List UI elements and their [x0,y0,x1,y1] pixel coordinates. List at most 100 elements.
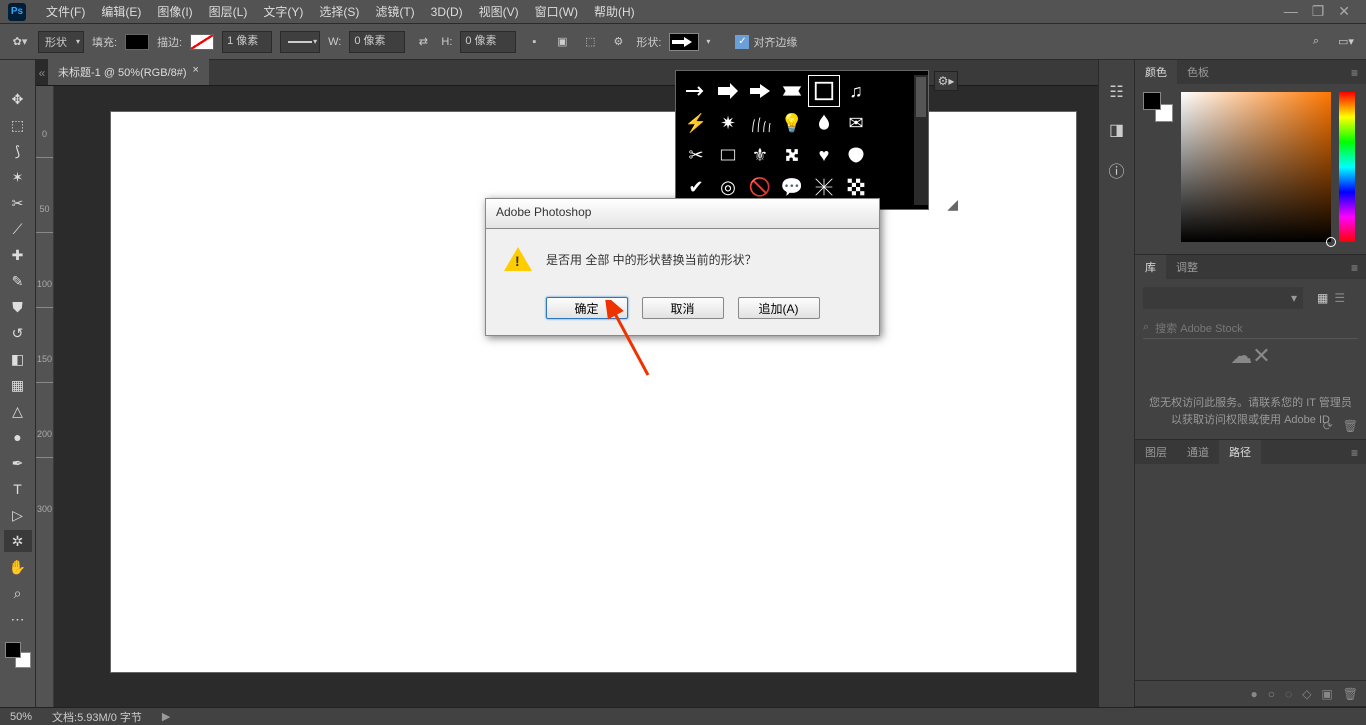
tab-layers[interactable]: 图层 [1135,440,1177,464]
shape-arrow-thin[interactable] [680,75,712,107]
eyedropper-tool[interactable]: ⟋ [4,218,32,240]
edit-toolbar[interactable]: ⋯ [4,608,32,630]
eraser-tool[interactable]: ◧ [4,348,32,370]
shape-picker-scrollbar[interactable] [914,75,928,205]
shape-frame[interactable] [808,75,840,107]
status-chevron-icon[interactable]: ▶ [162,710,170,723]
history-panel-icon[interactable]: ☷ [1109,82,1123,102]
marquee-tool[interactable]: ⬚ [4,114,32,136]
type-tool[interactable]: T [4,478,32,500]
blur-tool[interactable]: △ [4,400,32,422]
pen-tool[interactable]: ✒ [4,452,32,474]
width-input[interactable]: 0 像素 [349,31,405,53]
shape-swatch-dropdown[interactable] [669,33,699,51]
shape-blob[interactable] [840,139,872,171]
move-tool[interactable]: ✥ [4,88,32,110]
path-arrange-icon[interactable]: ▣ [552,32,572,52]
minimize-icon[interactable]: — [1284,3,1298,20]
crop-tool[interactable]: ✂ [4,192,32,214]
load-selection-icon[interactable]: ◌ [1285,687,1292,701]
shape-grass[interactable] [744,107,776,139]
tab-libraries[interactable]: 库 [1135,255,1166,279]
shape-flame[interactable] [808,107,840,139]
quick-select-tool[interactable]: ✶ [4,166,32,188]
path-options-icon[interactable]: ⬚ [580,32,600,52]
doc-tabs-prev-icon[interactable]: « [36,60,48,85]
ok-button[interactable]: 确定 [546,297,628,319]
tab-paths[interactable]: 路径 [1219,440,1261,464]
shape-music-note[interactable]: ♫ [840,75,872,107]
shape-heart[interactable]: ♥ [808,139,840,171]
properties-panel-icon[interactable]: ◨ [1109,120,1124,140]
stroke-swatch[interactable] [190,34,214,50]
shape-bulb[interactable]: 💡 [776,107,808,139]
shape-picker-gear-icon[interactable]: ⚙▸ [934,71,958,91]
panel-menu-icon[interactable]: ≡ [1343,442,1366,464]
panel-menu-icon[interactable]: ≡ [1343,62,1366,84]
gear-icon[interactable]: ⚙ [608,32,628,52]
shape-rect-outline[interactable] [712,139,744,171]
brush-tool[interactable]: ✎ [4,270,32,292]
menu-file[interactable]: 文件(F) [38,0,93,23]
shape-arrow-block[interactable] [744,75,776,107]
tab-channels[interactable]: 通道 [1177,440,1219,464]
tab-color[interactable]: 颜色 [1135,60,1177,84]
hue-slider[interactable] [1339,92,1355,242]
shape-lightning[interactable]: ⚡ [680,107,712,139]
menu-view[interactable]: 视图(V) [471,0,527,23]
shape-burst[interactable]: ✷ [712,107,744,139]
menu-layer[interactable]: 图层(L) [201,0,256,23]
stamp-tool[interactable]: ⛊ [4,296,32,318]
link-icon[interactable]: ⇄ [413,32,433,52]
stroke-width-input[interactable]: 1 像素 [222,31,272,53]
menu-text[interactable]: 文字(Y) [255,0,311,23]
doc-info[interactable]: 文档:5.93M/0 字节 [52,709,142,725]
shape-picker-resize-icon[interactable]: ◢ [947,196,958,213]
append-button[interactable]: 追加(A) [738,297,820,319]
sync-icon[interactable]: ⟳ [1323,419,1333,433]
tab-swatches[interactable]: 色板 [1177,60,1219,84]
zoom-level[interactable]: 50% [10,711,32,723]
trash-icon[interactable]: 🗑 [1343,687,1358,701]
hand-tool[interactable]: ✋ [4,556,32,578]
canvas[interactable] [111,112,1076,672]
menu-3d[interactable]: 3D(D) [423,2,471,22]
workspace-icon[interactable]: ▭▾ [1336,32,1356,52]
tool-preset-icon[interactable]: ✿▾ [10,32,30,52]
shape-banner[interactable] [776,75,808,107]
fg-bg-color[interactable] [5,642,31,668]
shape-fleur[interactable]: ⚜ [744,139,776,171]
tool-mode-select[interactable]: 形状 [38,31,84,53]
new-path-icon[interactable]: ▣ [1321,687,1332,701]
grid-view-icon[interactable]: ▦ [1317,291,1328,305]
panel-menu-icon[interactable]: ≡ [1343,257,1366,279]
stroke-style-select[interactable] [280,31,320,53]
close-tab-icon[interactable]: × [193,64,199,80]
make-workpath-icon[interactable]: ◇ [1302,687,1311,701]
library-search[interactable]: ⌕ 搜索 Adobe Stock [1143,317,1358,339]
custom-shape-tool[interactable]: ✲ [4,530,32,552]
shape-scissors[interactable]: ✂ [680,139,712,171]
shape-puzzle[interactable] [776,139,808,171]
menu-help[interactable]: 帮助(H) [586,0,643,23]
shape-envelope[interactable]: ✉ [840,107,872,139]
list-view-icon[interactable]: ☰ [1334,291,1345,305]
menu-filter[interactable]: 滤镜(T) [367,0,422,23]
path-align-icon[interactable]: ▪ [524,32,544,52]
lasso-tool[interactable]: ⟆ [4,140,32,162]
path-select-tool[interactable]: ▷ [4,504,32,526]
align-edges-checkbox[interactable]: ✓ 对齐边缘 [735,34,797,50]
menu-select[interactable]: 选择(S) [311,0,367,23]
document-tab[interactable]: 未标题-1 @ 50%(RGB/8#) × [48,59,209,85]
fill-path-icon[interactable]: ● [1251,687,1258,701]
restore-icon[interactable]: ❐ [1312,3,1325,20]
cancel-button[interactable]: 取消 [642,297,724,319]
trash-icon[interactable]: 🗑 [1343,419,1358,433]
info-panel-icon[interactable]: ⓘ [1108,158,1124,182]
shape-arrow-bold[interactable] [712,75,744,107]
gradient-tool[interactable]: ▦ [4,374,32,396]
menu-window[interactable]: 窗口(W) [527,0,586,23]
color-field[interactable] [1181,92,1331,242]
stroke-path-icon[interactable]: ○ [1268,687,1275,701]
healing-tool[interactable]: ✚ [4,244,32,266]
